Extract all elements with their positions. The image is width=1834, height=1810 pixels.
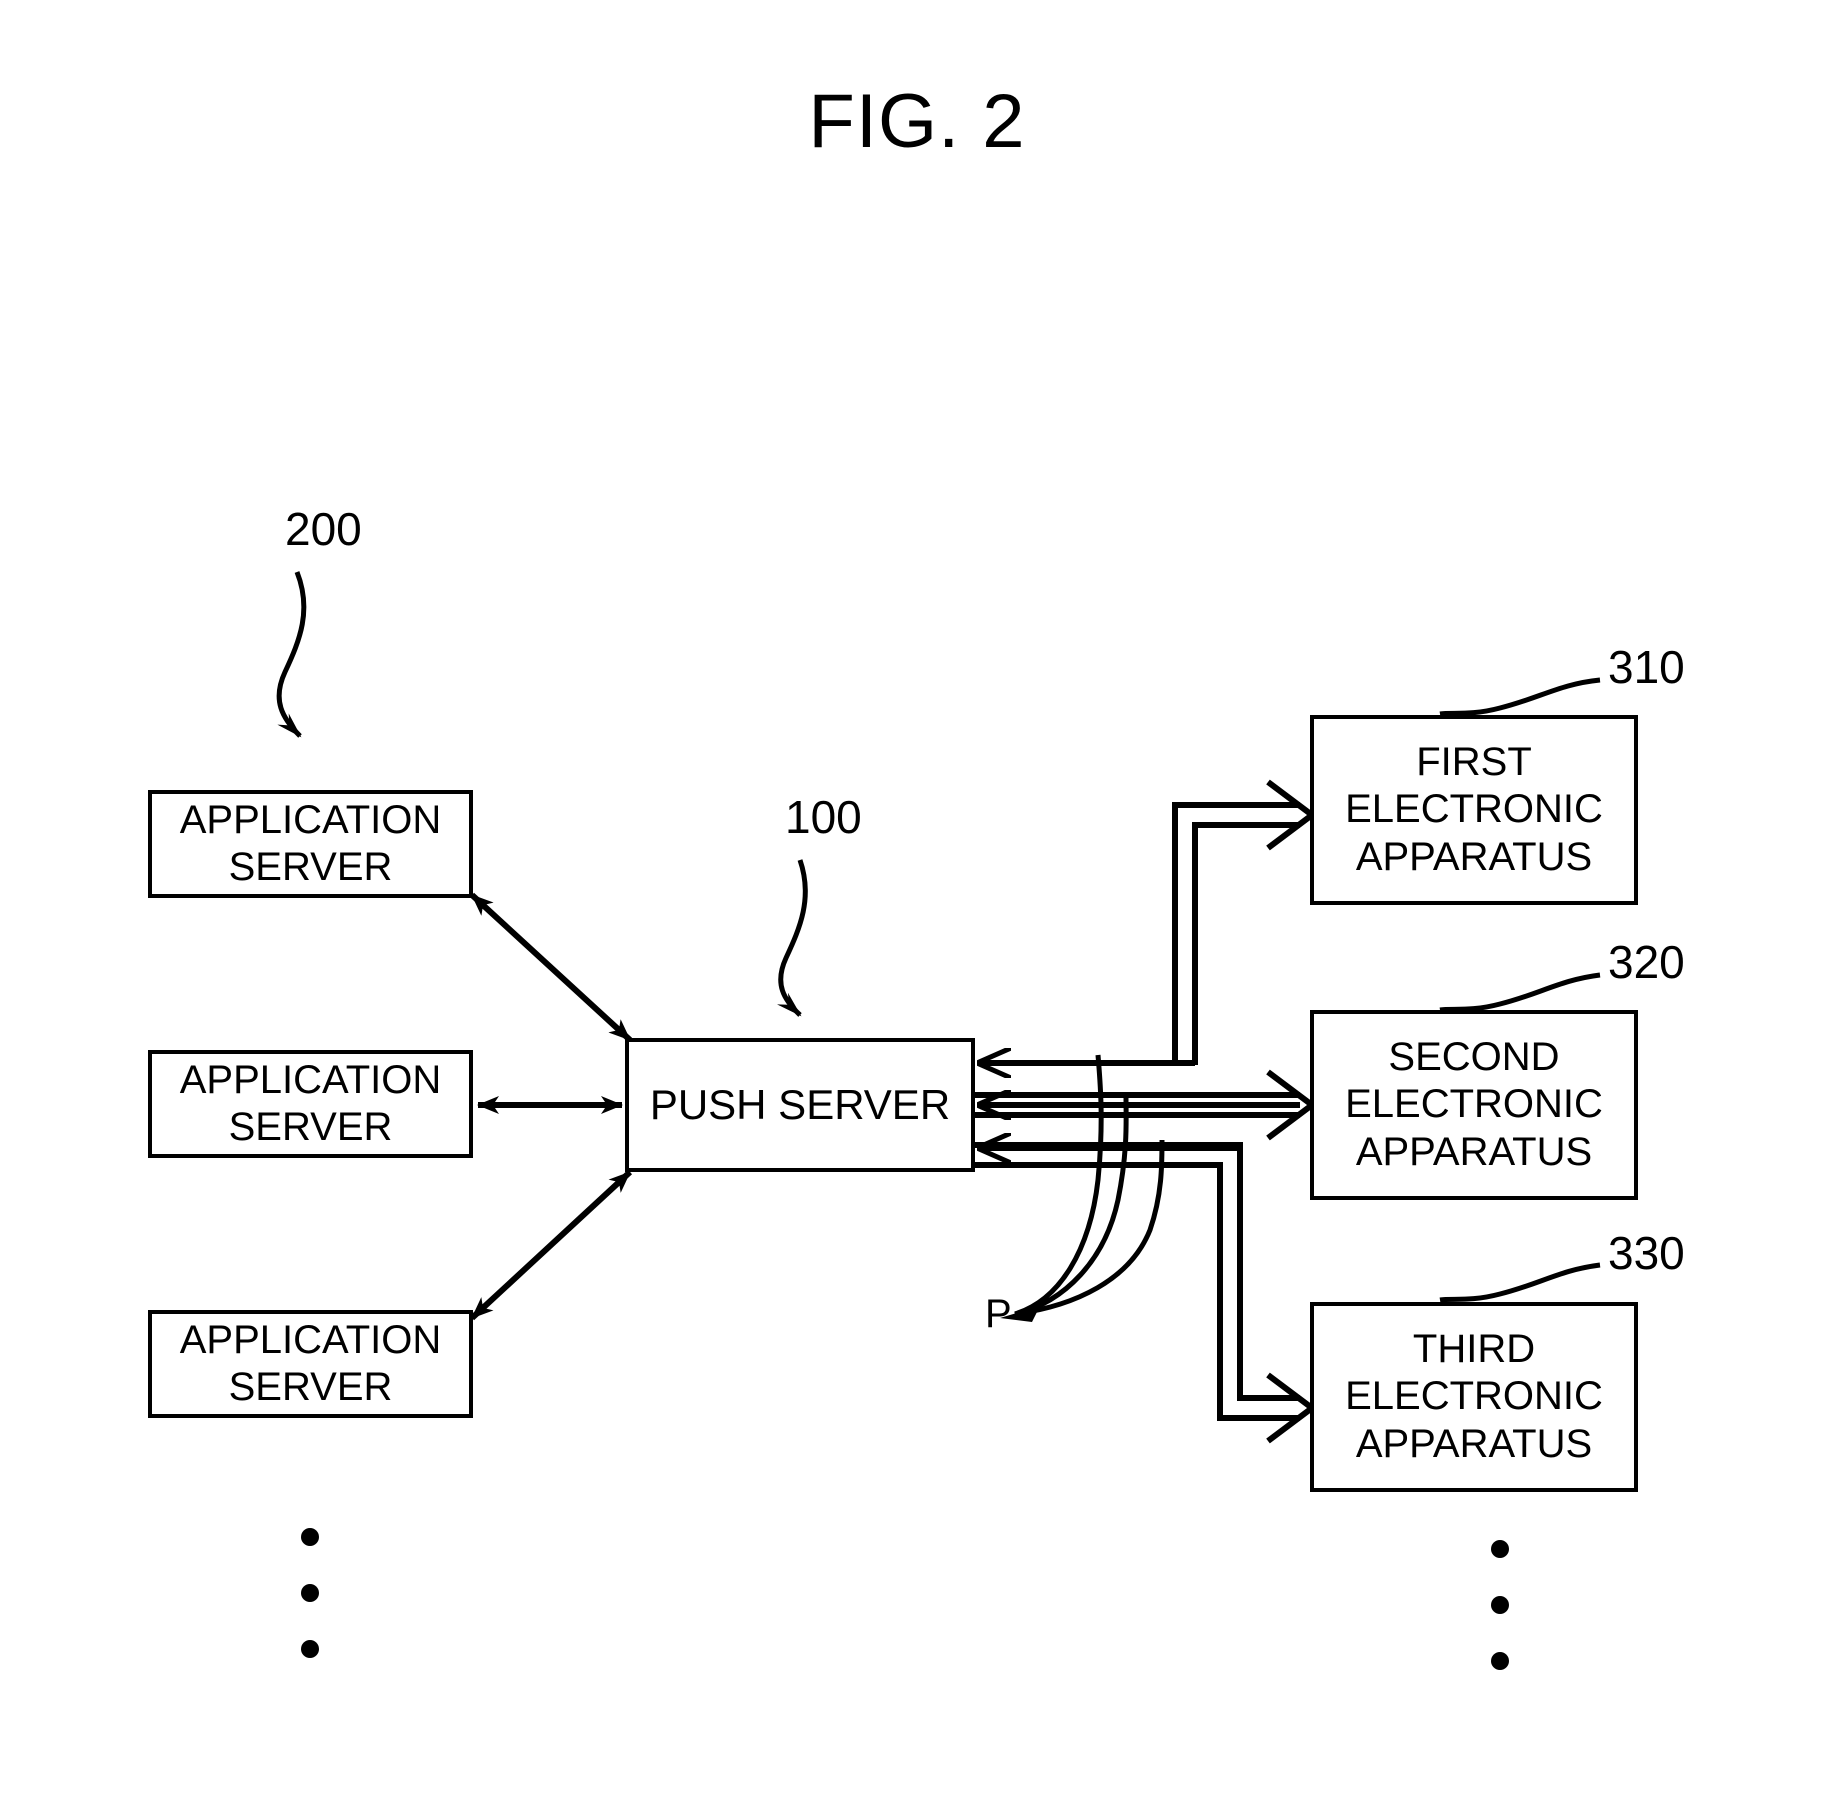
dot — [1491, 1596, 1509, 1614]
push-server-box[interactable]: PUSH SERVER — [625, 1038, 975, 1172]
application-server-box-3[interactable]: APPLICATION SERVER — [148, 1310, 473, 1418]
leader-line-330 — [1439, 1262, 1601, 1303]
reference-numeral-200: 200 — [285, 503, 362, 555]
second-apparatus-line2: ELECTRONIC — [1345, 1082, 1603, 1127]
application-server-3-line2: SERVER — [228, 1365, 393, 1409]
application-server-box-2[interactable]: APPLICATION SERVER — [148, 1050, 473, 1158]
second-electronic-apparatus-box[interactable]: SECOND ELECTRONIC APPARATUS — [1310, 1010, 1638, 1200]
figure-canvas: FIG. 2 200 100 310 320 330 P APPLICATION… — [0, 0, 1834, 1810]
link-appserver3-pushserver — [469, 1169, 633, 1321]
reference-numeral-100: 100 — [785, 791, 862, 843]
link-pushserver-first-apparatus — [1172, 779, 1317, 1065]
first-apparatus-line2: ELECTRONIC — [1345, 787, 1603, 832]
application-server-continuation-dots — [300, 1528, 320, 1658]
dot — [1491, 1652, 1509, 1670]
link-appserver1-pushserver — [469, 892, 633, 1043]
application-server-3-line1: APPLICATION — [179, 1317, 442, 1362]
dot — [301, 1584, 319, 1602]
link-pushserver-third-apparatus — [975, 1142, 1317, 1444]
leader-line-310 — [1439, 677, 1601, 717]
leader-line-320 — [1439, 972, 1601, 1013]
application-server-2-line2: SERVER — [228, 1105, 393, 1149]
application-server-box-1[interactable]: APPLICATION SERVER — [148, 790, 473, 898]
inbound-arrows-to-push-server — [978, 1063, 1300, 1148]
push-server-label: PUSH SERVER — [649, 1081, 951, 1129]
first-electronic-apparatus-box[interactable]: FIRST ELECTRONIC APPARATUS — [1310, 715, 1638, 905]
first-apparatus-line1: FIRST — [1416, 740, 1532, 785]
third-apparatus-line3: APPARATUS — [1355, 1421, 1593, 1466]
dot — [301, 1640, 319, 1658]
second-apparatus-line3: APPARATUS — [1355, 1129, 1593, 1174]
application-server-1-line2: SERVER — [228, 845, 393, 889]
leader-line-200 — [276, 571, 307, 738]
leader-line-100 — [777, 859, 808, 1017]
reference-numeral-320: 320 — [1608, 936, 1685, 988]
third-electronic-apparatus-box[interactable]: THIRD ELECTRONIC APPARATUS — [1310, 1302, 1638, 1492]
third-apparatus-line2: ELECTRONIC — [1345, 1374, 1603, 1419]
dot — [1491, 1540, 1509, 1558]
second-apparatus-line1: SECOND — [1388, 1035, 1560, 1080]
electronic-apparatus-continuation-dots — [1490, 1540, 1510, 1670]
application-server-1-line1: APPLICATION — [179, 797, 442, 842]
diagram-connectors — [276, 571, 1601, 1444]
reference-numeral-330: 330 — [1608, 1227, 1685, 1279]
first-apparatus-line3: APPARATUS — [1355, 834, 1593, 879]
application-server-2-line1: APPLICATION — [179, 1057, 442, 1102]
reference-numeral-310: 310 — [1608, 641, 1685, 693]
dot — [301, 1528, 319, 1546]
reference-numeral-P: P — [985, 1292, 1012, 1336]
third-apparatus-line1: THIRD — [1412, 1327, 1536, 1372]
